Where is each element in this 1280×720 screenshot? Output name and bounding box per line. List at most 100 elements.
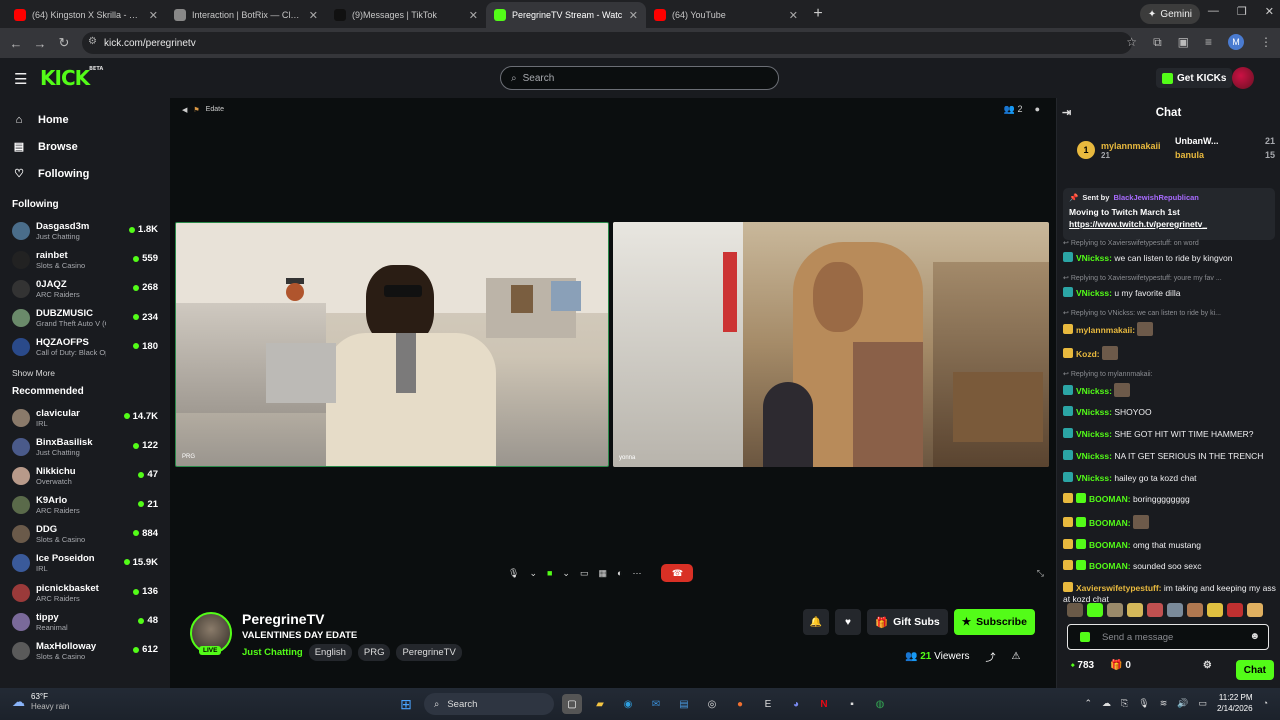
volume-icon[interactable]: 🔊 [1177,698,1188,709]
microphone-icon[interactable]: 🎙 [508,568,519,579]
sidebar-channel[interactable]: BinxBasilisk Just Chatting 122 [12,432,170,461]
share-screen-icon[interactable]: ▭ [580,568,589,579]
send-chat-button[interactable]: Chat [1235,660,1274,680]
drops-display[interactable]: 🎁 0 [1110,660,1131,671]
pinned-message[interactable]: 📌 Sent by BlackJewishRepublican Moving t… [1063,188,1275,240]
browser-tab[interactable]: (9)Messages | TikTok ✕ [326,2,486,28]
chat-username[interactable]: BOOMAN [1089,494,1128,504]
close-tab-icon[interactable]: ✕ [469,9,478,22]
camera-dropdown-icon[interactable]: ⌄ [562,568,570,579]
emote[interactable] [1107,603,1123,617]
participants-icon[interactable]: 👥 2 [1004,104,1023,115]
menu-dots-icon[interactable]: ⋮ [1260,35,1272,49]
emote[interactable] [1147,603,1163,617]
report-icon[interactable]: ⚠ [1012,651,1021,662]
reply-context[interactable]: ↩ Replying to mylannmakaii: [1063,369,1277,381]
follow-heart-button[interactable]: ♥ [835,609,861,635]
chat-message[interactable]: BOOMAN: omg that mustang [1063,538,1277,552]
chat-username[interactable]: VNickss [1076,473,1109,483]
tray-overflow-icon[interactable]: ⌃ [1085,698,1093,709]
sidebar-channel[interactable]: DDG Slots & Casino 884 [12,520,170,549]
chat-username[interactable]: VNickss [1076,253,1109,263]
emote[interactable] [1167,603,1183,617]
chat-message[interactable]: Kozd: [1063,345,1277,361]
chat-username[interactable]: VNickss [1076,429,1109,439]
chat-username[interactable]: BOOMAN [1089,518,1128,528]
sidebar-channel[interactable]: Ice Poseidon IRL 15.9K [12,549,170,578]
chat-message[interactable]: ↩ Replying to mylannmakaii: VNickss: [1063,369,1277,397]
chat-message[interactable]: BOOMAN: boringggggggg [1063,493,1277,506]
cloud-icon[interactable]: ☁ [1102,698,1111,709]
sidebar-nav-following[interactable]: ♡ Following [12,160,170,187]
close-tab-icon[interactable]: ✕ [309,9,318,22]
url-field[interactable]: ⚙ kick.com/peregrinetv [82,32,1132,54]
chat-username[interactable]: Xavierswifetypestuff [1076,583,1159,593]
browser-tab[interactable]: PeregrineTV Stream - Watc ✕ [486,2,646,28]
netflix-icon[interactable]: N [814,694,834,714]
close-tab-icon[interactable]: ✕ [629,9,638,22]
epic-games-icon[interactable]: E [758,694,778,714]
windows-start-icon[interactable]: ⊞ [396,694,416,714]
chat-username[interactable]: VNickss [1076,451,1109,461]
emote[interactable] [1067,603,1083,617]
chat-emote[interactable] [1137,321,1154,336]
sidebar-channel[interactable]: HQZAOFPSCall of Duty: Black Ops... 180 [12,333,170,362]
hamburger-menu-icon[interactable]: ☰ [14,70,27,88]
steam-icon[interactable]: ◎ [702,694,722,714]
close-window-icon[interactable]: ✕ [1265,5,1274,18]
profile-avatar[interactable]: M [1228,34,1244,50]
chat-message[interactable]: ↩ Replying to VNickss: we can listen to … [1063,308,1277,336]
emote[interactable] [1127,603,1143,617]
new-tab-button[interactable]: + [806,2,830,28]
sidebar-channel[interactable]: 0JAQZ ARC Raiders 268 [12,274,170,303]
get-kicks-button[interactable]: Get KICKs [1156,68,1233,88]
kick-logo[interactable]: KICKBETA [40,66,103,90]
streamer-name[interactable]: PeregrineTV [242,611,324,627]
browser-tab[interactable]: Interaction | BotRix — Cloud St ✕ [166,2,326,28]
more-options-icon[interactable]: ⋯ [632,568,641,579]
emoji-icon[interactable]: ☻ [1249,631,1260,642]
subscribe-button[interactable]: ★ Subscribe [953,609,1035,635]
discord-icon[interactable]: ◕ [786,694,806,714]
sidebar-nav-home[interactable]: ⌂ Home [12,106,170,133]
forward-icon[interactable]: → [28,36,52,51]
sidebar-channel[interactable]: K9Arlo ARC Raiders 21 [12,491,170,520]
chat-emote[interactable] [1132,514,1149,529]
chat-message[interactable]: VNickss: SHOYOO [1063,406,1277,419]
chat-emote[interactable] [1102,345,1118,360]
emote[interactable] [1207,603,1223,617]
reply-context[interactable]: ↩ Replying to Xavierswifetypestuff: your… [1063,273,1277,285]
chat-username[interactable]: BOOMAN [1089,561,1128,571]
chat-username[interactable]: VNickss [1076,407,1109,417]
minimize-icon[interactable]: — [1208,5,1219,18]
chat-username[interactable]: VNickss [1076,288,1109,298]
chat-message[interactable]: ↩ Replying to Xavierswifetypestuff: your… [1063,273,1277,299]
site-info-icon[interactable]: ⚙ [88,36,97,47]
wifi-icon[interactable]: ≋ [1160,698,1168,709]
show-more-link[interactable]: Show More [12,368,170,378]
edge-icon[interactable]: ◉ [618,694,638,714]
media-icon[interactable]: ≡ [1205,35,1212,49]
effects-icon[interactable]: ◐ [617,568,622,578]
chat-username[interactable]: Kozd [1076,349,1097,359]
chat-username[interactable]: BOOMAN [1089,540,1128,550]
tag[interactable]: PRG [357,644,391,661]
task-view-icon[interactable]: ▢ [562,694,582,714]
mic-tray-icon[interactable]: 🎙 [1138,698,1149,709]
taskbar-search[interactable]: ⌕ Search [424,693,554,715]
back-icon[interactable]: ← [4,36,28,51]
search-input[interactable]: ⌕ Search [500,66,779,90]
sidebar-channel[interactable]: DUBZMUSICGrand Theft Auto V (G... 234 [12,304,170,333]
close-tab-icon[interactable]: ✕ [149,9,158,22]
chrome-icon[interactable]: ◍ [870,694,890,714]
battery-icon[interactable]: ▭ [1198,698,1207,709]
sidebar-nav-browse[interactable]: ▤ Browse [12,133,170,160]
chat-username[interactable]: mylannmakaii [1076,325,1132,335]
layout-grid-icon[interactable]: ▦ [598,568,607,579]
chat-input[interactable]: Send a message ☻ [1067,624,1269,650]
share-icon[interactable]: ⤴ [986,649,996,664]
category-link[interactable]: Just Chatting [242,647,303,658]
video-player[interactable]: ◀ ⚑ Edate 👥 2 ● PRG yonna 🎙 ⌄ ■ ⌄ ▭ ▦ ◐ … [170,98,1056,688]
reply-context[interactable]: ↩ Replying to VNickss: we can listen to … [1063,308,1277,320]
bookmark-star-icon[interactable]: ☆ [1126,35,1137,49]
